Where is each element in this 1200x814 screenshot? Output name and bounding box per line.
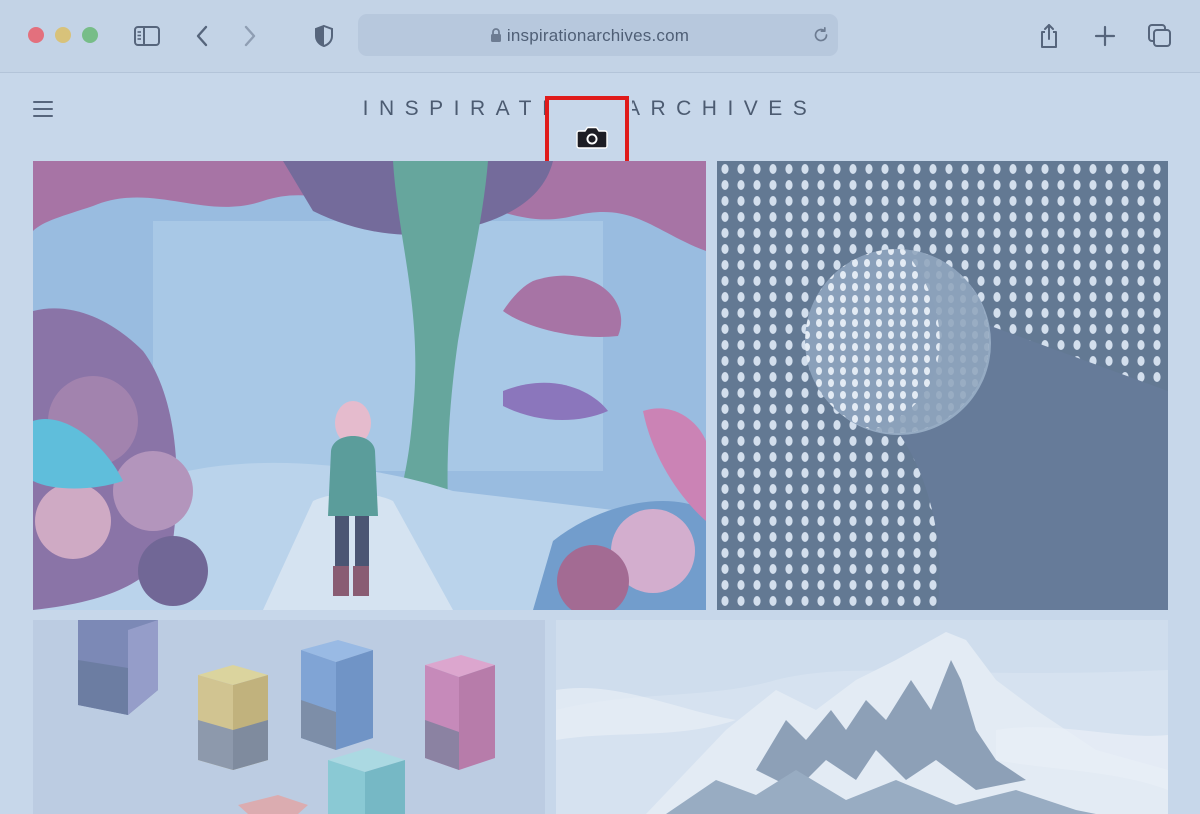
back-icon — [196, 25, 208, 47]
share-icon — [1041, 24, 1057, 48]
close-window-button[interactable] — [28, 27, 44, 43]
privacy-report-button[interactable] — [308, 20, 340, 52]
share-button[interactable] — [1033, 20, 1065, 52]
new-tab-button[interactable] — [1089, 20, 1121, 52]
forward-icon — [244, 25, 256, 47]
shield-icon — [315, 24, 333, 48]
tabs-overview-icon — [1148, 24, 1171, 47]
sidebar-icon — [134, 26, 160, 46]
gallery-image-sphere[interactable] — [717, 161, 1168, 610]
camera-icon[interactable] — [576, 125, 608, 149]
new-tab-icon — [1094, 25, 1116, 47]
minimize-window-button[interactable] — [55, 27, 71, 43]
tabs-overview-button[interactable] — [1144, 20, 1176, 52]
url-text: inspirationarchives.com — [506, 26, 690, 45]
web-page: INSPIRATION ARCHIVES — [0, 73, 1200, 814]
gallery-image-forest[interactable] — [33, 161, 706, 610]
forward-button[interactable] — [234, 20, 266, 52]
maximize-window-button[interactable] — [82, 27, 98, 43]
hamburger-menu-button[interactable] — [33, 101, 53, 117]
back-button[interactable] — [186, 20, 218, 52]
browser-toolbar: inspirationarchives.com — [0, 0, 1200, 73]
address-bar[interactable]: inspirationarchives.com — [358, 14, 838, 56]
gallery-image-cubes[interactable] — [33, 620, 545, 814]
reload-icon[interactable] — [812, 26, 830, 44]
sidebar-toggle-button[interactable] — [131, 20, 163, 52]
gallery-image-mountain[interactable] — [556, 620, 1168, 814]
